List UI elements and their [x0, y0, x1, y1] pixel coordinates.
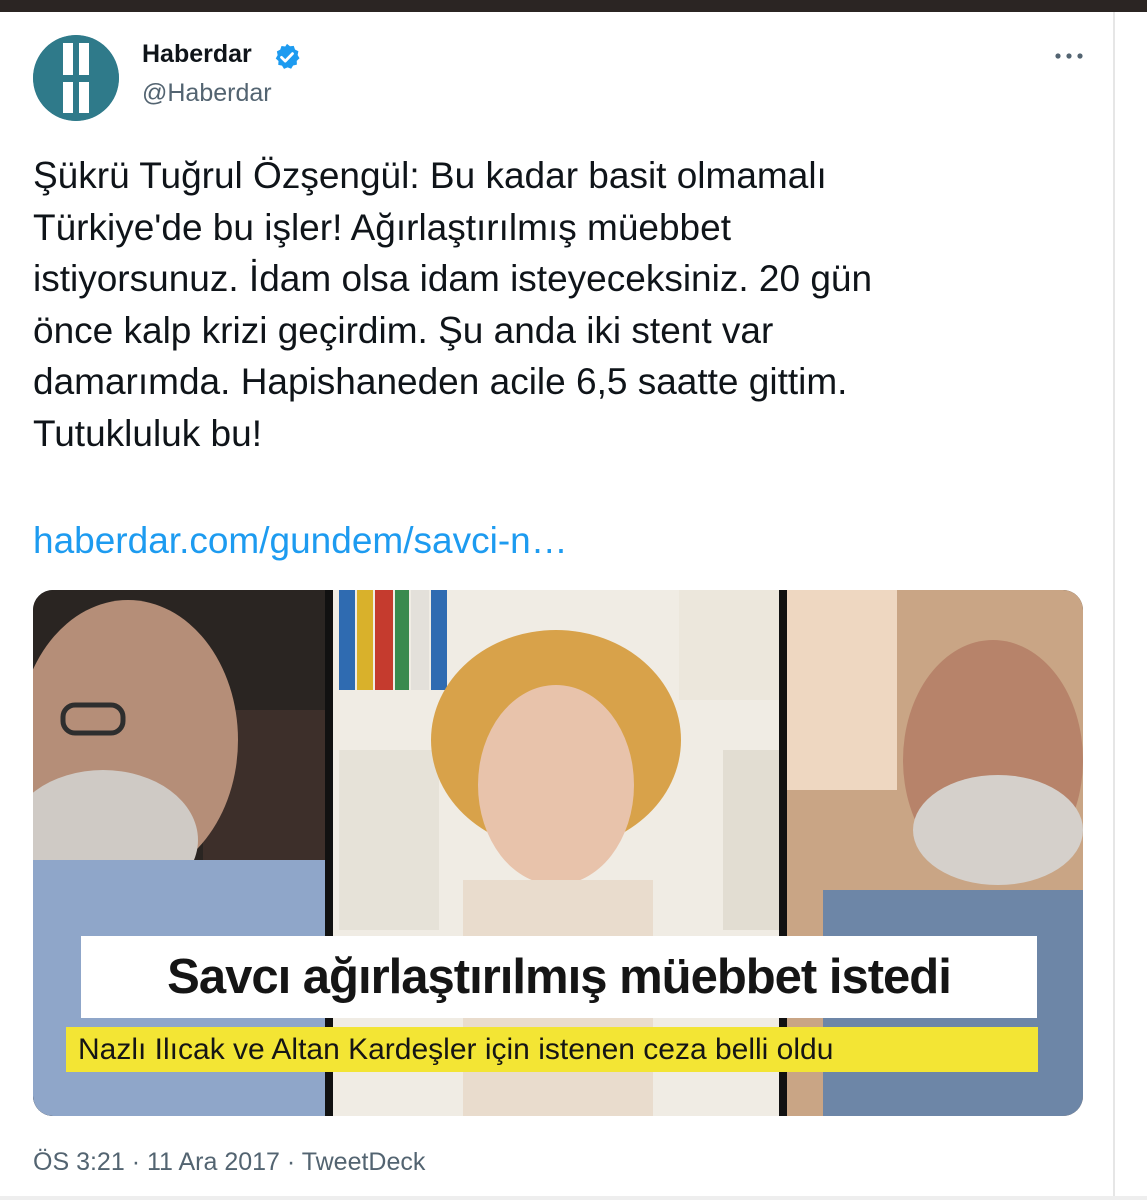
tweet-text-line: damarımda. Hapishaneden acile 6,5 saatte…: [33, 361, 848, 402]
tweet-text-line: önce kalp krizi geçirdim. Şu anda iki st…: [33, 309, 774, 351]
author-handle[interactable]: @Haberdar: [142, 79, 272, 108]
tweet-text-line: Şükrü Tuğrul Özşengül: Bu kadar basit ol…: [33, 155, 827, 196]
more-options-icon[interactable]: [1052, 44, 1086, 68]
meta-separator: ·: [131, 1148, 141, 1176]
verified-badge-icon: [275, 43, 300, 69]
card-right-border: [1113, 12, 1115, 1200]
tweet-text-line: Türkiye'de bu işler! Ağırlaştırılmış müe…: [33, 206, 731, 248]
meta-separator: ·: [286, 1148, 296, 1176]
headline-banner: Savcı ağırlaştırılmış müebbet istedi: [81, 936, 1037, 1018]
tweet-source[interactable]: TweetDeck: [302, 1148, 426, 1176]
headline-text: Savcı ağırlaştırılmış müebbet istedi: [167, 950, 952, 1004]
author-display-name[interactable]: Haberdar: [142, 40, 252, 69]
tweet-date[interactable]: 11 Ara 2017: [147, 1148, 280, 1176]
subheadline-text: Nazlı Ilıcak ve Altan Kardeşler için ist…: [78, 1033, 834, 1066]
tweet-text-line: Tutukluluk bu!: [33, 412, 262, 454]
media-card-image[interactable]: Savcı ağırlaştırılmış müebbet istedi Naz…: [33, 590, 1083, 1116]
tweet-time[interactable]: ÖS 3:21: [33, 1148, 125, 1176]
subheadline-banner: Nazlı Ilıcak ve Altan Kardeşler için ist…: [66, 1027, 1038, 1072]
avatar[interactable]: [33, 35, 119, 121]
card-bottom-border: [0, 1196, 1147, 1200]
tweet-text: Şükrü Tuğrul Özşengül: Bu kadar basit ol…: [33, 150, 1083, 459]
article-link[interactable]: haberdar.com/gundem/savci-n…: [33, 520, 568, 562]
tweet-meta: ÖS 3:21 · 11 Ara 2017 · TweetDeck: [33, 1148, 425, 1177]
haberdar-logo: [33, 35, 119, 121]
top-window-bar: [0, 0, 1147, 12]
tweet-text-line: istiyorsunuz. İdam olsa idam isteyeceksi…: [33, 258, 873, 299]
